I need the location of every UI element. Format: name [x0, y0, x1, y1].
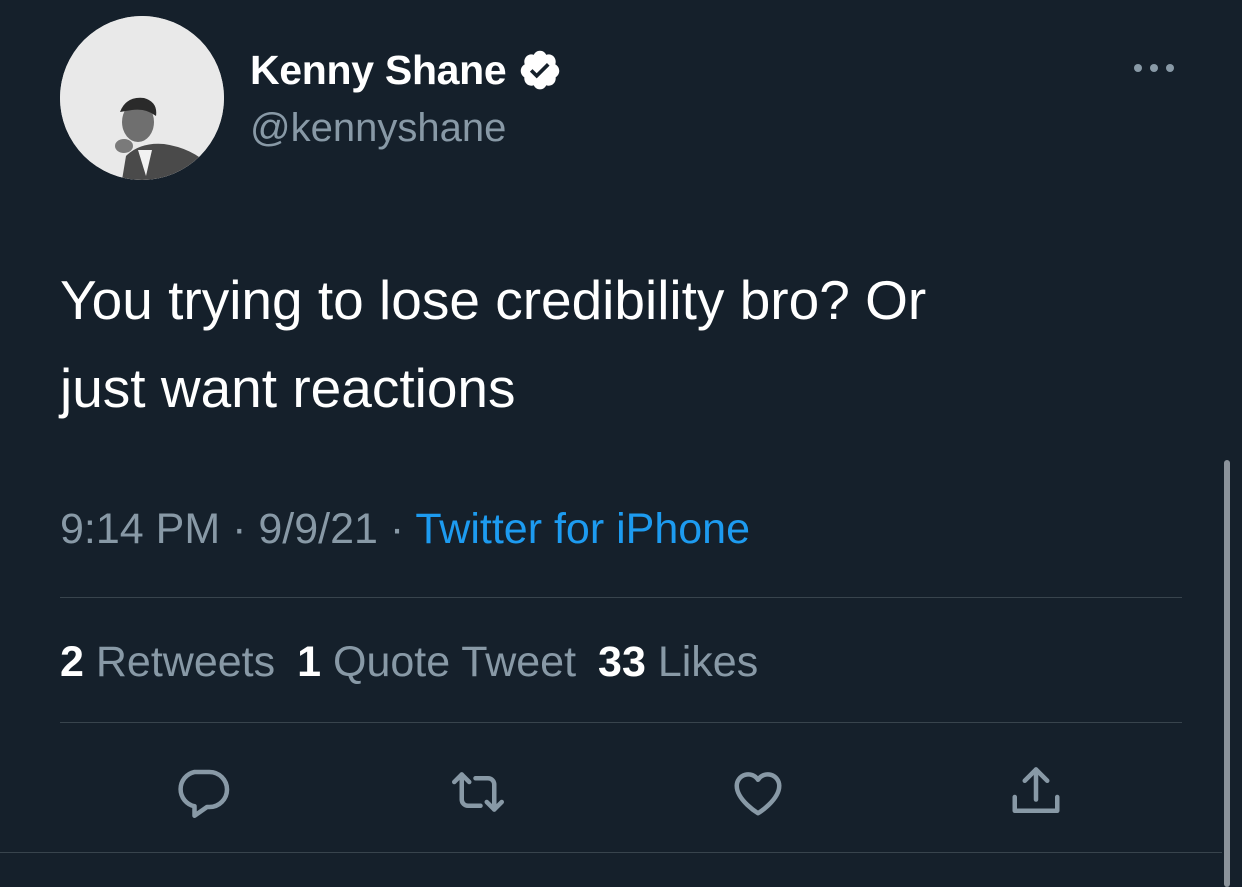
- author-name-row[interactable]: Kenny Shane: [250, 44, 562, 96]
- avatar[interactable]: [60, 16, 224, 180]
- verified-badge-icon: [518, 48, 562, 92]
- tweet-stats: 2 Retweets 1 Quote Tweet 33 Likes: [60, 636, 758, 688]
- tweet-source-link[interactable]: Twitter for iPhone: [415, 505, 750, 553]
- divider: [0, 852, 1222, 853]
- tweet-time[interactable]: 9:14 PM: [60, 505, 220, 553]
- divider: [60, 597, 1182, 598]
- more-options-icon[interactable]: [1128, 52, 1180, 84]
- retweet-button[interactable]: [448, 762, 508, 822]
- reply-button[interactable]: [172, 762, 232, 822]
- scrollbar[interactable]: [1224, 460, 1230, 887]
- share-icon: [1012, 767, 1060, 813]
- author-handle[interactable]: @kennyshane: [250, 106, 506, 151]
- share-button[interactable]: [1006, 762, 1066, 822]
- retweets-stat[interactable]: 2 Retweets: [60, 638, 275, 686]
- tweet-text: You trying to lose credibility bro? Or j…: [60, 269, 927, 419]
- divider: [60, 722, 1182, 723]
- retweets-count: 2: [60, 638, 84, 686]
- tweet-date[interactable]: 9/9/21: [258, 505, 378, 553]
- likes-label: Likes: [657, 638, 759, 686]
- profile-photo-icon: [60, 16, 224, 180]
- quotes-label: Quote Tweet: [333, 638, 577, 686]
- retweets-label: Retweets: [95, 638, 276, 686]
- like-button[interactable]: [728, 762, 788, 822]
- likes-stat[interactable]: 33 Likes: [598, 638, 758, 686]
- author-display-name[interactable]: Kenny Shane: [250, 47, 507, 94]
- heart-icon: [734, 772, 782, 816]
- tweet-meta: 9:14 PM · 9/9/21 · Twitter for iPhone: [60, 503, 750, 555]
- reply-icon: [178, 769, 230, 818]
- meta-separator: ·: [389, 505, 405, 553]
- quotes-count: 1: [297, 638, 322, 686]
- meta-separator: ·: [232, 505, 247, 553]
- retweet-icon: [452, 772, 504, 812]
- likes-count: 33: [598, 638, 646, 686]
- quotes-stat[interactable]: 1 Quote Tweet: [297, 638, 576, 686]
